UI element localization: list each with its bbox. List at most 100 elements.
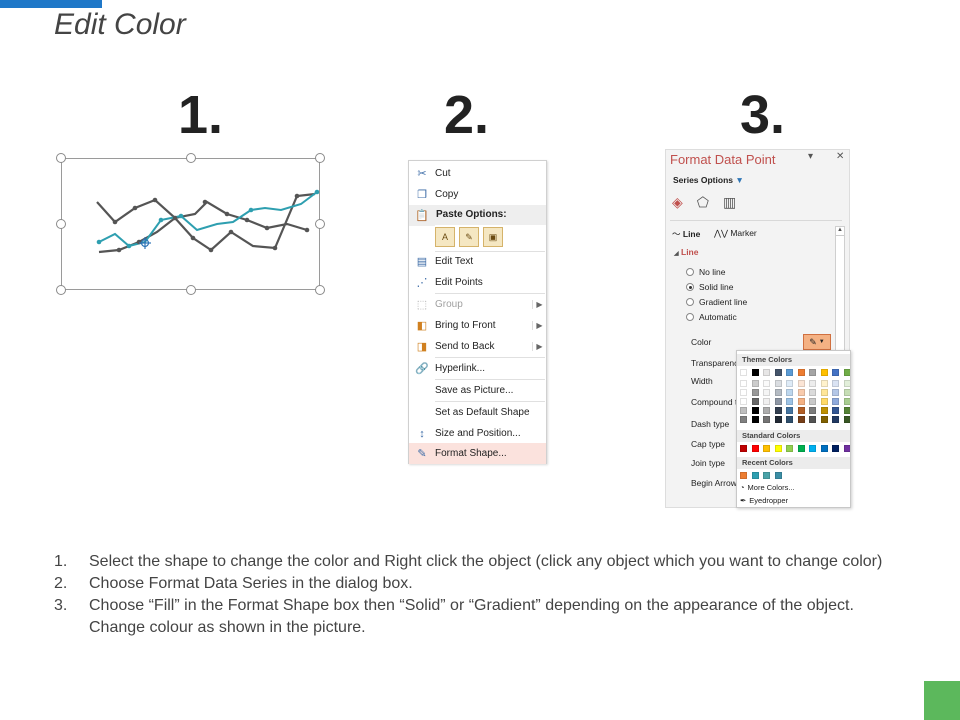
standard-color-swatch[interactable] (751, 445, 759, 452)
theme-color-swatch[interactable] (763, 398, 770, 405)
theme-color-swatch[interactable] (786, 398, 793, 405)
resize-handle-top[interactable] (186, 153, 196, 163)
theme-color-swatch[interactable] (820, 369, 828, 376)
theme-color-swatch[interactable] (751, 407, 759, 414)
theme-color-swatch[interactable] (809, 398, 816, 405)
standard-color-swatch[interactable] (797, 445, 805, 452)
radio-automatic[interactable]: Automatic (686, 312, 737, 322)
theme-color-swatch[interactable] (763, 380, 770, 387)
theme-color-swatch[interactable] (797, 380, 805, 387)
theme-color-swatch[interactable] (774, 389, 782, 396)
resize-handle-top-left[interactable] (56, 153, 66, 163)
recent-color-swatch[interactable] (751, 472, 759, 479)
theme-color-swatch[interactable] (774, 398, 782, 405)
theme-color-swatch[interactable] (843, 369, 850, 376)
standard-color-swatch[interactable] (774, 445, 782, 452)
resize-handle-bottom[interactable] (186, 285, 196, 295)
paste-picture-icon[interactable]: ▣ (483, 227, 503, 247)
menu-item-copy[interactable]: ❐ Copy (409, 184, 546, 205)
theme-color-swatch[interactable] (832, 380, 839, 387)
theme-color-swatch[interactable] (843, 380, 850, 387)
theme-color-swatch[interactable] (797, 398, 805, 405)
menu-item-hyperlink[interactable]: 🔗 Hyperlink... (409, 358, 546, 379)
tab-line[interactable]: 〜 Line (672, 228, 700, 240)
theme-color-swatch[interactable] (740, 398, 747, 405)
standard-color-swatch[interactable] (809, 445, 816, 452)
menu-item-bring-to-front[interactable]: ◧ Bring to Front ▶ (409, 315, 546, 336)
theme-color-swatch[interactable] (774, 407, 782, 414)
theme-color-swatch[interactable] (774, 369, 782, 376)
resize-handle-bottom-left[interactable] (56, 285, 66, 295)
fill-line-icon[interactable]: ◈ (672, 194, 683, 211)
menu-item-size-and-position[interactable]: ↕ Size and Position... (409, 423, 546, 444)
submenu-arrow-icon[interactable]: ▶ (532, 342, 546, 351)
scroll-up-icon[interactable]: ▲ (836, 227, 844, 236)
theme-color-swatch[interactable] (763, 369, 770, 376)
theme-color-swatch[interactable] (763, 407, 770, 414)
theme-color-swatch[interactable] (786, 380, 793, 387)
theme-color-swatch[interactable] (797, 389, 805, 396)
theme-color-swatch[interactable] (820, 407, 828, 414)
radio-button-selected[interactable] (686, 283, 694, 291)
standard-color-swatch[interactable] (832, 445, 839, 452)
paste-keep-formatting-icon[interactable]: A (435, 227, 455, 247)
more-colors-link[interactable]: ◔ More Colors... (740, 483, 795, 492)
theme-color-swatch[interactable] (843, 407, 850, 414)
recent-color-swatch[interactable] (774, 472, 782, 479)
theme-color-swatch[interactable] (820, 398, 828, 405)
theme-color-swatch[interactable] (797, 369, 805, 376)
theme-color-swatch[interactable] (809, 407, 816, 414)
theme-color-swatch[interactable] (740, 389, 747, 396)
theme-color-swatch[interactable] (751, 380, 759, 387)
theme-color-swatch[interactable] (820, 416, 828, 423)
theme-color-swatch[interactable] (740, 416, 747, 423)
theme-color-swatch[interactable] (809, 416, 816, 423)
theme-color-swatch[interactable] (786, 416, 793, 423)
submenu-arrow-icon[interactable]: ▶ (532, 321, 546, 330)
theme-color-swatch[interactable] (843, 389, 850, 396)
radio-button[interactable] (686, 313, 694, 321)
theme-color-swatch[interactable] (832, 407, 839, 414)
menu-item-set-default-shape[interactable]: Set as Default Shape (409, 402, 546, 423)
series-options-icon[interactable]: ▥ (723, 194, 736, 211)
series-options-dropdown[interactable]: Series Options ▼ (673, 175, 744, 185)
theme-color-swatch[interactable] (786, 369, 793, 376)
theme-color-swatch[interactable] (832, 416, 839, 423)
menu-item-cut[interactable]: ✂ Cut (409, 163, 546, 184)
theme-color-swatch[interactable] (797, 407, 805, 414)
theme-color-swatch[interactable] (832, 398, 839, 405)
standard-color-swatch[interactable] (763, 445, 770, 452)
recent-color-swatch[interactable] (740, 472, 747, 479)
menu-item-edit-points[interactable]: ⋰ Edit Points (409, 272, 546, 293)
close-icon[interactable]: ✕ (836, 151, 844, 162)
menu-item-edit-text[interactable]: ▤ Edit Text (409, 251, 546, 272)
theme-color-swatch[interactable] (832, 369, 839, 376)
effects-icon[interactable]: ⬠ (697, 194, 709, 211)
radio-no-line[interactable]: No line (686, 267, 725, 277)
tab-marker[interactable]: ⋀⋁ Marker (714, 228, 757, 239)
theme-color-swatch[interactable] (751, 389, 759, 396)
theme-color-swatch[interactable] (797, 416, 805, 423)
resize-handle-bottom-right[interactable] (315, 285, 325, 295)
theme-color-swatch[interactable] (809, 380, 816, 387)
theme-color-swatch[interactable] (843, 416, 850, 423)
theme-color-swatch[interactable] (751, 369, 759, 376)
resize-handle-top-right[interactable] (315, 153, 325, 163)
radio-solid-line[interactable]: Solid line (686, 282, 734, 292)
menu-item-format-shape[interactable]: ✎ Format Shape... (409, 443, 546, 464)
standard-color-swatch[interactable] (786, 445, 793, 452)
standard-color-swatch[interactable] (820, 445, 828, 452)
line-section-header[interactable]: ◢ Line (674, 247, 698, 257)
theme-color-swatch[interactable] (832, 389, 839, 396)
theme-color-swatch[interactable] (809, 369, 816, 376)
theme-color-swatch[interactable] (763, 389, 770, 396)
menu-item-save-as-picture[interactable]: Save as Picture... (409, 380, 546, 401)
theme-color-swatch[interactable] (763, 416, 770, 423)
radio-button[interactable] (686, 268, 694, 276)
theme-color-swatch[interactable] (740, 407, 747, 414)
theme-color-swatch[interactable] (820, 380, 828, 387)
theme-color-swatch[interactable] (774, 380, 782, 387)
radio-button[interactable] (686, 298, 694, 306)
theme-color-swatch[interactable] (751, 416, 759, 423)
menu-item-send-to-back[interactable]: ◨ Send to Back ▶ (409, 336, 546, 357)
